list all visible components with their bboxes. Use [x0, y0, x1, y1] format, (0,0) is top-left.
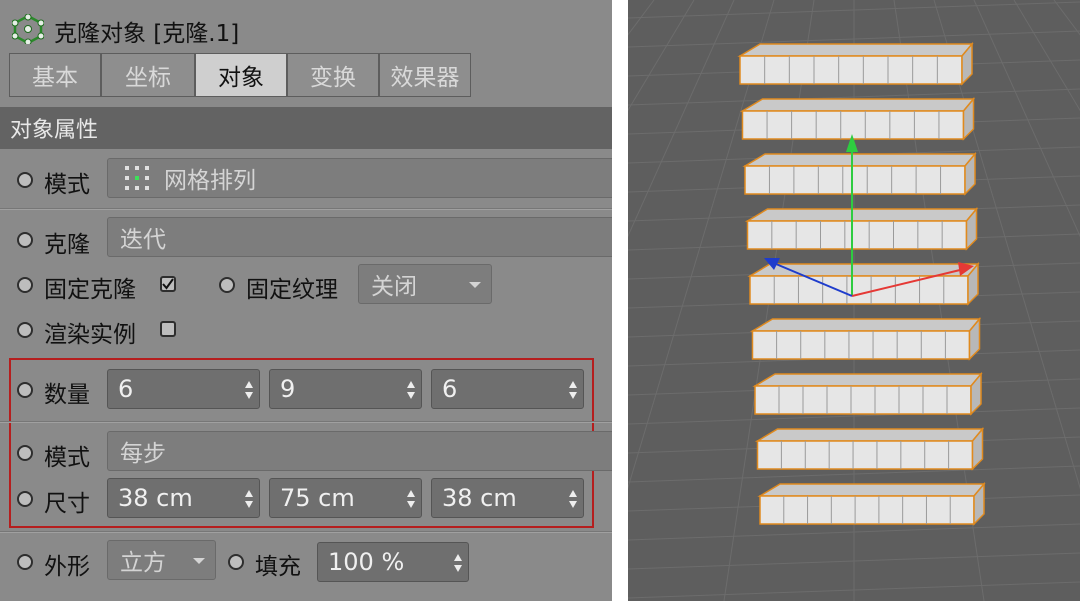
viewport-canvas[interactable] [628, 0, 1080, 601]
spinner-arrows-icon[interactable] [407, 490, 415, 508]
count-x-input[interactable]: 6 [107, 369, 260, 409]
mode-radio[interactable] [17, 172, 33, 188]
slab-top [744, 208, 979, 222]
size-y-value: 75 cm [280, 484, 355, 512]
tab-object[interactable]: 对象 [195, 53, 287, 97]
count-y-input[interactable]: 9 [269, 369, 422, 409]
size-z-value: 38 cm [442, 484, 517, 512]
image-gap [612, 0, 628, 601]
tab-effectors[interactable]: 效果器 [379, 53, 471, 97]
count-z-value: 6 [442, 375, 458, 403]
clone-radio[interactable] [17, 232, 33, 248]
divider [0, 531, 612, 533]
spinner-arrows-icon[interactable] [569, 490, 577, 508]
slab-top [749, 318, 982, 332]
size-z-input[interactable]: 38 cm [431, 478, 584, 518]
fixed-texture-dropdown[interactable]: 关闭 [358, 264, 492, 304]
render-instances-label: 渲染实例 [44, 322, 136, 348]
render-instances-radio[interactable] [17, 322, 33, 338]
divider [0, 208, 612, 210]
cloner-icon [12, 14, 44, 44]
spinner-arrows-icon[interactable] [245, 490, 253, 508]
fixed-clone-label: 固定克隆 [44, 277, 136, 303]
slab-top [754, 428, 985, 442]
object-title: 克隆对象 [克隆.1] [54, 21, 240, 47]
fixed-texture-radio[interactable] [219, 277, 235, 293]
step-mode-label: 模式 [44, 445, 90, 471]
fill-radio[interactable] [228, 554, 244, 570]
section-header: 对象属性 [0, 107, 612, 149]
fixed-texture-value: 关闭 [371, 274, 417, 300]
attribute-panel: 克隆对象 [克隆.1] 基本 坐标 对象 变换 效果器 对象属性 模式 网格排列… [0, 0, 612, 601]
mode-value: 网格排列 [164, 168, 256, 194]
divider [0, 421, 612, 423]
slab-front [759, 495, 975, 525]
spinner-arrows-icon[interactable] [245, 381, 253, 399]
count-label: 数量 [44, 382, 90, 408]
clone-value: 迭代 [120, 227, 166, 253]
spinner-arrows-icon[interactable] [407, 381, 415, 399]
tab-coordinates[interactable]: 坐标 [101, 53, 195, 97]
count-y-value: 9 [280, 375, 296, 403]
render-instances-checkbox[interactable] [160, 321, 176, 337]
slab-top [757, 483, 986, 497]
mode-dropdown[interactable]: 网格排列 [107, 158, 612, 198]
slab-top [742, 153, 977, 167]
count-x-value: 6 [118, 375, 134, 403]
fixed-clone-checkbox[interactable] [160, 276, 176, 292]
object-title-row: 克隆对象 [克隆.1] [0, 8, 612, 48]
slab-front [751, 330, 971, 360]
count-z-input[interactable]: 6 [431, 369, 584, 409]
shape-dropdown[interactable]: 立方 [107, 540, 216, 580]
slab-front [744, 165, 966, 195]
shape-label: 外形 [44, 554, 90, 580]
shape-value: 立方 [120, 550, 166, 576]
spinner-arrows-icon[interactable] [569, 381, 577, 399]
slab-top [752, 373, 983, 387]
slab-top [739, 98, 976, 112]
size-x-value: 38 cm [118, 484, 193, 512]
slab-front [754, 385, 972, 415]
shape-radio[interactable] [17, 554, 33, 570]
fixed-texture-label: 固定纹理 [246, 277, 338, 303]
count-radio[interactable] [17, 382, 33, 398]
slab-front [756, 440, 974, 470]
step-mode-dropdown[interactable]: 每步 [107, 431, 612, 471]
step-mode-radio[interactable] [17, 445, 33, 461]
clone-dropdown[interactable]: 迭代 [107, 217, 612, 257]
step-mode-value: 每步 [120, 441, 166, 467]
mode-label: 模式 [44, 172, 90, 198]
size-y-input[interactable]: 75 cm [269, 478, 422, 518]
size-x-input[interactable]: 38 cm [107, 478, 260, 518]
spinner-arrows-icon[interactable] [454, 554, 462, 572]
3d-viewport[interactable] [628, 0, 1080, 601]
tab-transform[interactable]: 变换 [287, 53, 379, 97]
tab-basic[interactable]: 基本 [9, 53, 101, 97]
slab-top [737, 43, 974, 57]
slab-front [739, 55, 963, 85]
slab-front [746, 220, 968, 250]
slab-front [749, 275, 969, 305]
chevron-down-icon [469, 282, 481, 288]
fill-value: 100 % [328, 548, 405, 576]
fill-input[interactable]: 100 % [317, 542, 469, 582]
size-radio[interactable] [17, 491, 33, 507]
clone-label: 克隆 [44, 232, 90, 258]
fixed-clone-radio[interactable] [17, 277, 33, 293]
chevron-down-icon [193, 558, 205, 564]
checkmark-icon [162, 278, 174, 290]
fill-label: 填充 [255, 554, 301, 580]
grid-array-icon [125, 166, 149, 190]
size-label: 尺寸 [44, 491, 90, 517]
slab-front [741, 110, 965, 140]
